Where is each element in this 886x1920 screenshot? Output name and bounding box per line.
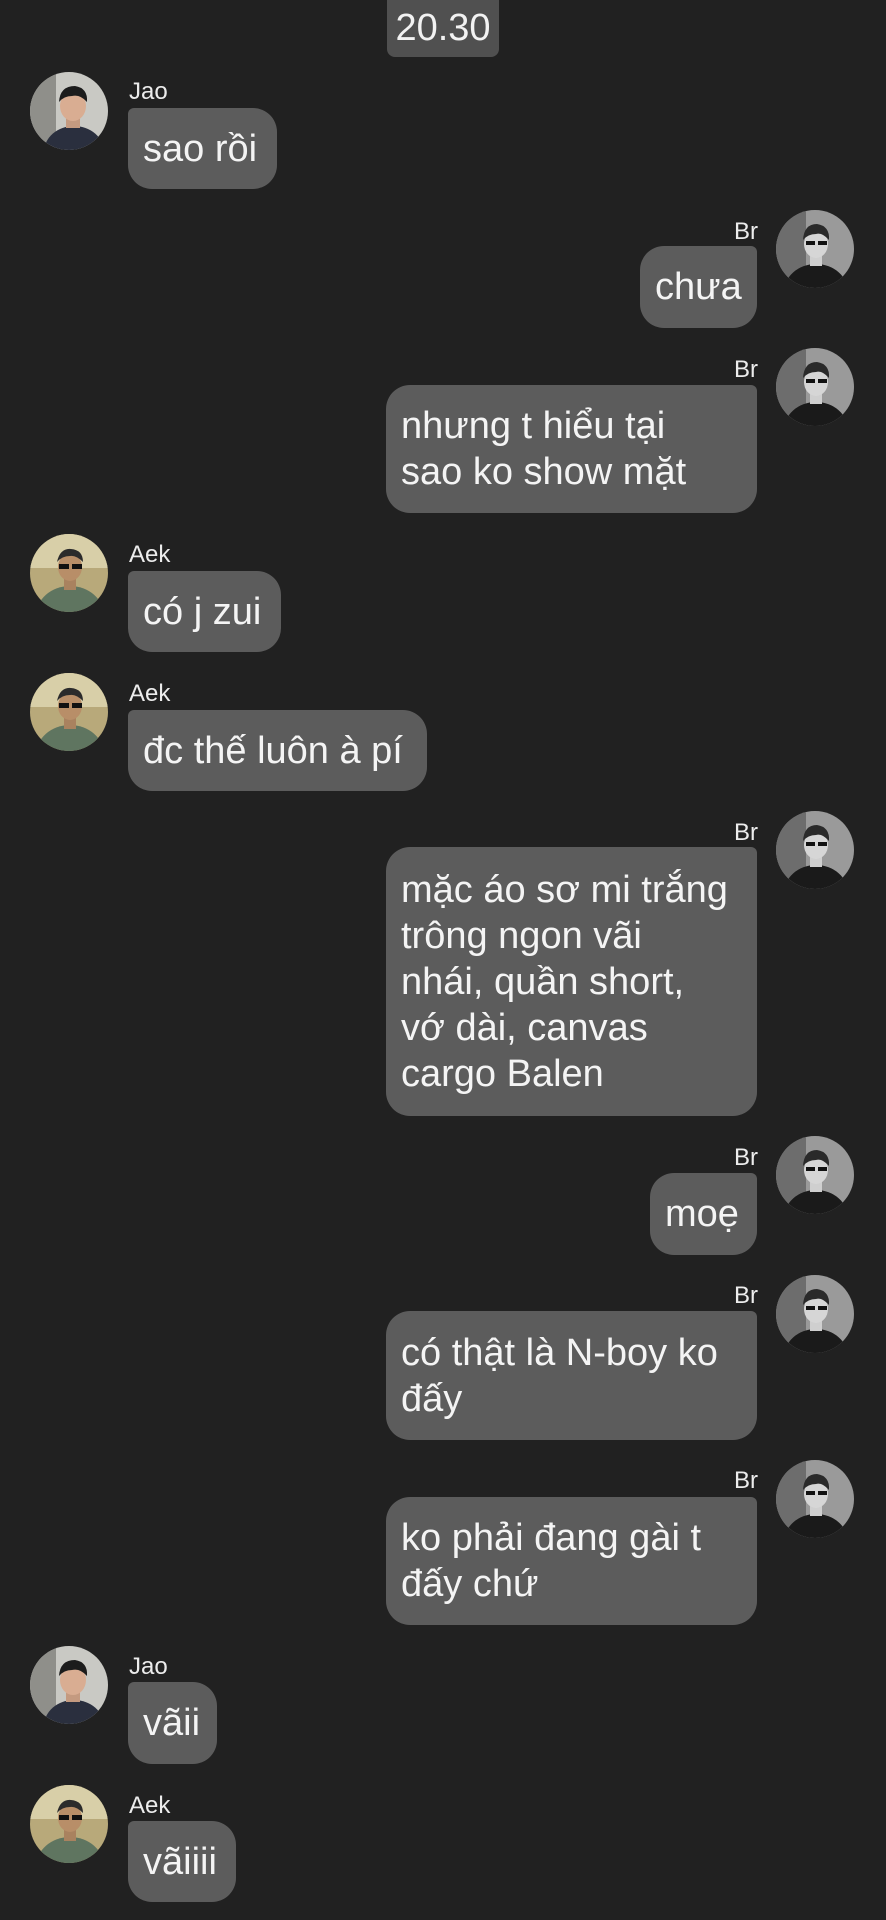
message-sender: Jao — [129, 1653, 168, 1680]
br-avatar[interactable] — [776, 210, 854, 288]
message-sender: Br — [734, 356, 758, 383]
br-avatar[interactable] — [776, 1136, 854, 1214]
message-line: sao rồi — [143, 127, 258, 170]
message-sender: Br — [734, 1467, 758, 1494]
message-line: mặc áo sơ mi trắng — [401, 868, 728, 911]
message-bubble[interactable]: có j zui — [128, 571, 281, 652]
message-line: sao ko show mặt — [401, 451, 687, 493]
jao-avatar[interactable] — [30, 72, 108, 150]
aek-avatar[interactable] — [30, 1785, 108, 1863]
message-bubble[interactable]: nhưng t hiểu tại sao ko show mặt — [386, 385, 757, 513]
message-line: moẹ — [665, 1193, 739, 1235]
jao-avatar[interactable] — [30, 1646, 108, 1724]
time-badge: 20.30 — [387, 0, 499, 57]
message-line: có j zui — [143, 590, 262, 633]
message-bubble[interactable]: ko phải đang gài t đấy chứ — [386, 1497, 757, 1625]
aek-avatar[interactable] — [30, 534, 108, 612]
message-bubble[interactable]: mặc áo sơ mi trắng trông ngon vãi nhái, … — [386, 847, 757, 1116]
message-line: vãii — [143, 1702, 201, 1744]
message-bubble[interactable]: vãii — [128, 1682, 217, 1764]
message-line: đấy chứ — [401, 1563, 539, 1605]
br-avatar[interactable] — [776, 811, 854, 889]
message-bubble[interactable]: đc thế luôn à pí — [128, 710, 427, 791]
message-sender: Aek — [129, 1792, 171, 1819]
message-sender: Aek — [129, 541, 171, 568]
message-bubble[interactable]: vãiiii — [128, 1821, 236, 1902]
message-bubble[interactable]: moẹ — [650, 1173, 757, 1255]
message-line: đc thế luôn à pí — [143, 729, 403, 772]
message-sender: Br — [734, 218, 758, 245]
message-line: nhái, quần short, — [401, 960, 685, 1003]
message-bubble[interactable]: sao rồi — [128, 108, 277, 189]
message-line: cargo Balen — [401, 1052, 604, 1095]
message-line: có thật là N-boy ko — [401, 1331, 718, 1374]
message-line: vãiiii — [143, 1840, 217, 1883]
message-bubble[interactable]: chưa — [640, 246, 757, 328]
message-line: chưa — [655, 266, 742, 308]
br-avatar[interactable] — [776, 1460, 854, 1538]
message-line: ko phải đang gài t — [401, 1517, 702, 1559]
message-sender: Br — [734, 819, 758, 846]
message-line: đấy — [401, 1377, 463, 1420]
message-line: vớ dài, canvas — [401, 1006, 648, 1049]
message-sender: Br — [734, 1144, 758, 1171]
br-avatar[interactable] — [776, 1275, 854, 1353]
message-line: nhưng t hiểu tại — [401, 405, 666, 447]
br-avatar[interactable] — [776, 348, 854, 426]
message-line: trông ngon vãi — [401, 914, 642, 957]
aek-avatar[interactable] — [30, 673, 108, 751]
chat-screen: 20.30 Jao sao rồi Br chưa Br nhưng t hiể… — [0, 0, 886, 1920]
message-bubble[interactable]: có thật là N-boy ko đấy — [386, 1311, 757, 1440]
message-sender: Br — [734, 1282, 758, 1309]
message-sender: Aek — [129, 680, 171, 707]
message-sender: Jao — [129, 78, 168, 105]
